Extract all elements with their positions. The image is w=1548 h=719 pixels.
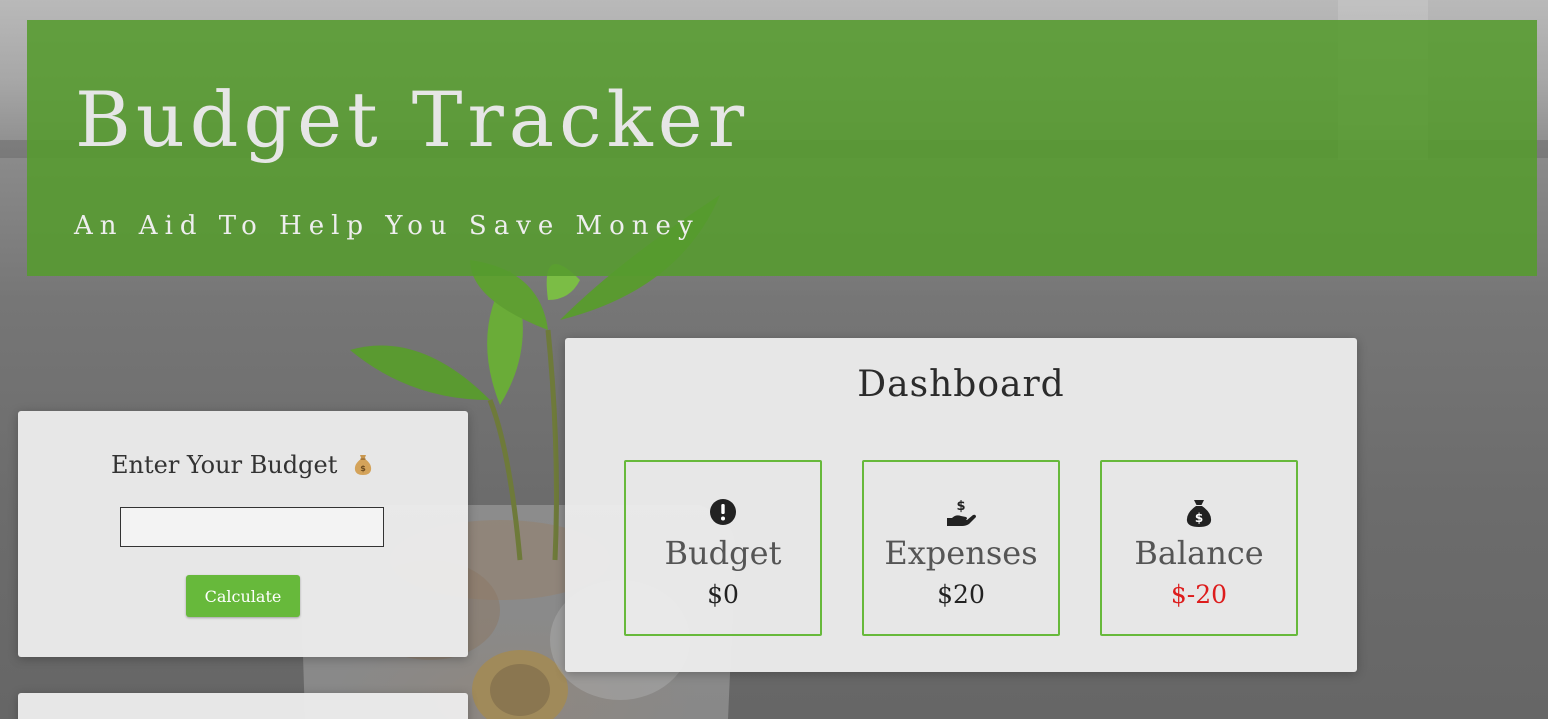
site-header: Budget Tracker An Aid To Help You Save M… bbox=[27, 20, 1537, 276]
budget-entry-card: Enter Your Budget $ Calculate bbox=[18, 411, 468, 657]
dashboard-card: Dashboard Budget $0 $ Expenses $20 $ Bal… bbox=[565, 338, 1357, 672]
expenses-stat-label: Expenses bbox=[884, 534, 1038, 572]
balance-stat-value: $-20 bbox=[1170, 580, 1228, 609]
money-bag-emoji-icon: $ bbox=[354, 455, 372, 475]
budget-stat-value: $0 bbox=[707, 580, 739, 609]
svg-text:$: $ bbox=[360, 464, 366, 473]
balance-stat-label: Balance bbox=[1134, 534, 1264, 572]
budget-entry-heading: Enter Your Budget $ bbox=[18, 451, 468, 479]
site-subtitle: An Aid To Help You Save Money bbox=[74, 211, 700, 241]
svg-text:$: $ bbox=[956, 499, 965, 514]
budget-entry-title: Enter Your Budget bbox=[111, 451, 338, 479]
site-title: Budget Tracker bbox=[75, 75, 750, 164]
expense-entry-card bbox=[18, 693, 468, 719]
balance-stat: $ Balance $-20 bbox=[1100, 460, 1298, 636]
calculate-button[interactable]: Calculate bbox=[186, 575, 300, 617]
expenses-stat: $ Expenses $20 bbox=[862, 460, 1060, 636]
expenses-stat-value: $20 bbox=[937, 580, 985, 609]
dashboard-title: Dashboard bbox=[857, 364, 1065, 405]
budget-stat-label: Budget bbox=[664, 534, 782, 572]
hand-dollar-icon: $ bbox=[864, 498, 1058, 528]
budget-input[interactable] bbox=[120, 507, 384, 547]
budget-stat: Budget $0 bbox=[624, 460, 822, 636]
exclamation-circle-icon bbox=[626, 498, 820, 528]
svg-text:$: $ bbox=[1195, 511, 1203, 525]
money-bag-icon: $ bbox=[1102, 498, 1296, 528]
